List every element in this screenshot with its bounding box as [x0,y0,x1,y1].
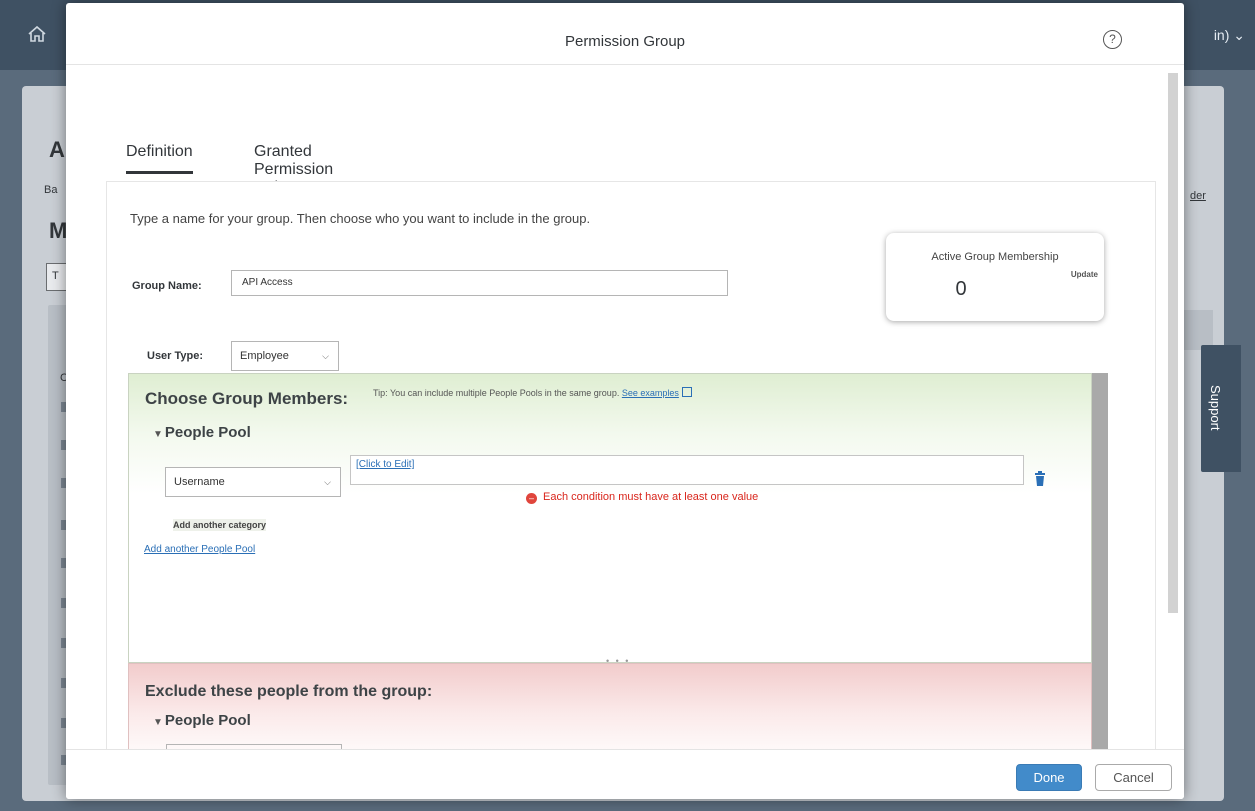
add-another-people-pool-link[interactable]: Add another People Pool [144,544,255,555]
chevron-down-icon: ⌵ [322,351,329,361]
error-text: Each condition must have at least one va… [543,491,759,503]
chevron-down-icon: ⌵ [324,477,331,487]
background-button: T [46,263,68,291]
choose-group-members-heading: Choose Group Members: [145,389,349,408]
background-panel [1183,310,1213,350]
dialog-footer: Done Cancel [66,749,1184,799]
group-name-input[interactable]: API Access [231,270,728,296]
done-button[interactable]: Done [1016,764,1082,791]
people-pool-label: People Pool [164,424,251,441]
error-message: – Each condition must have at least one v… [526,491,758,504]
trash-icon[interactable] [1034,471,1046,486]
collapse-triangle-icon[interactable]: ▼ [153,429,163,440]
choose-group-members-panel [128,373,1092,663]
external-link-icon[interactable] [681,387,692,397]
group-name-label: Group Name: [132,280,202,292]
dialog-header: Permission Group ? [66,3,1184,65]
support-label: Support [1208,385,1223,431]
user-type-select[interactable]: Employee ⌵ [231,341,339,371]
people-pool-heading[interactable]: ▼ People Pool [153,424,251,441]
membership-count: 0 [955,278,967,300]
permission-group-dialog: Permission Group ? Definition Granted Pe… [66,3,1184,799]
user-menu[interactable]: in) ⌄ [1214,27,1245,44]
category-value: Username [174,476,225,488]
active-group-membership-card: Active Group Membership Update 0 [886,233,1104,321]
exclude-people-pool-label: People Pool [164,712,251,729]
intro-text: Type a name for your group. Then choose … [130,211,591,226]
tip-text: Tip: You can include multiple People Poo… [373,387,692,398]
home-icon[interactable] [27,25,47,43]
update-link[interactable]: Update [1071,270,1098,279]
tip-message: Tip: You can include multiple People Poo… [373,388,620,398]
user-type-label: User Type: [147,350,204,362]
choose-panel-scrollbar[interactable] [1092,373,1108,663]
help-icon[interactable]: ? [1103,30,1122,49]
user-type-value: Employee [240,350,289,362]
exclude-heading: Exclude these people from the group: [145,683,433,700]
support-tab[interactable]: Support [1201,345,1241,472]
error-icon: – [526,493,537,504]
condition-value-field[interactable]: [Click to Edit] [350,455,1024,485]
category-select[interactable]: Username ⌵ [165,467,341,497]
dialog-scrollbar[interactable] [1168,73,1178,613]
see-examples-link[interactable]: See examples [622,388,679,398]
dialog-title: Permission Group [564,33,686,50]
background-link-fragment: der [1190,190,1206,202]
membership-title: Active Group Membership [931,251,1059,263]
background-title-fragment: A [49,137,65,162]
background-heading-fragment: M [49,218,68,243]
tab-definition[interactable]: Definition [126,143,193,174]
click-to-edit-link[interactable]: [Click to Edit] [356,459,414,470]
add-another-category-button[interactable]: Add another category [173,519,267,531]
collapse-triangle-icon[interactable]: ▼ [153,717,163,728]
cancel-button[interactable]: Cancel [1095,764,1172,791]
exclude-people-pool-heading[interactable]: ▼ People Pool [153,712,251,729]
background-breadcrumb-fragment: Ba [44,184,58,196]
